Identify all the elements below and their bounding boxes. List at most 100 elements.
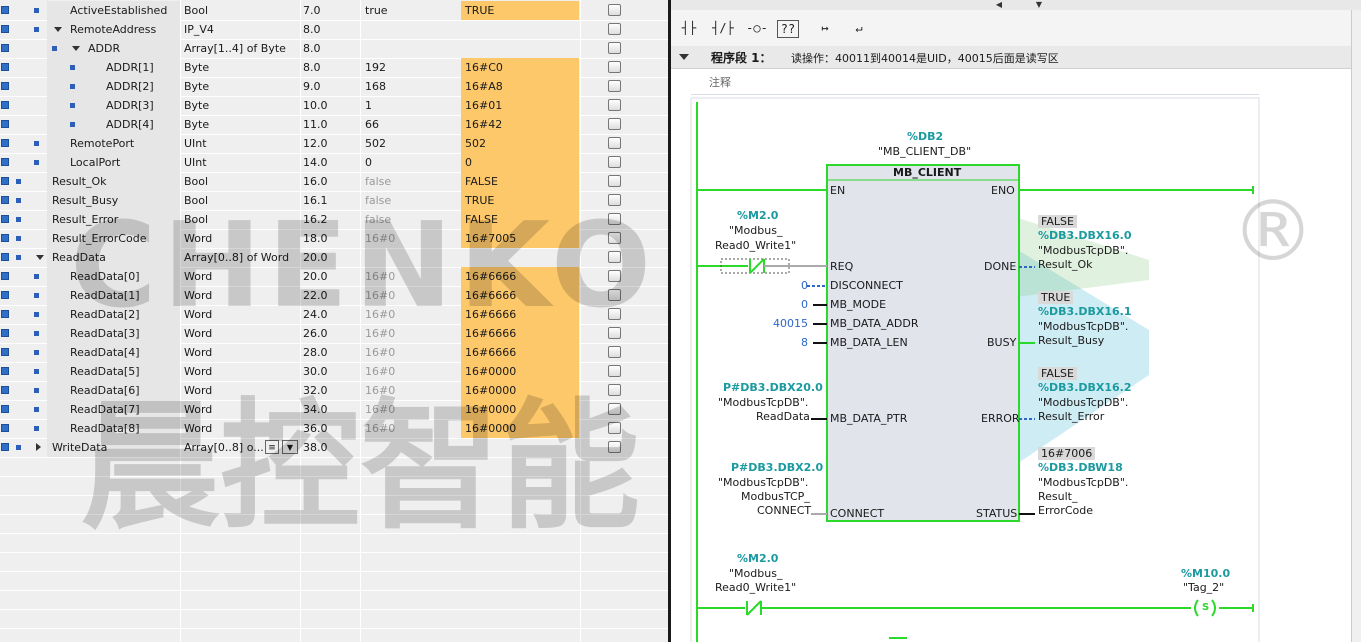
start-value[interactable]: 0 [365,153,459,172]
data-type[interactable]: Byte [184,115,300,134]
table-row[interactable]: LocalPort UInt 14.0 0 0 [0,153,668,173]
data-type[interactable]: Byte [184,58,300,77]
table-row[interactable]: WriteData Array[0..8] o... ≡ ▼ 38.0 [0,438,668,458]
collapse-arrow-icon[interactable] [72,46,80,51]
start-value[interactable]: 16#0 [365,343,459,362]
variable-name[interactable]: ReadData[7] [70,400,178,419]
retain-checkbox[interactable] [608,4,621,16]
variable-name[interactable]: ReadData [52,248,178,267]
req-operand-address[interactable]: %M2.0 [737,209,778,223]
retain-checkbox[interactable] [608,327,621,339]
data-type[interactable]: Array[1..4] of Byte [184,39,300,58]
data-type[interactable]: Word [184,324,300,343]
data-type[interactable]: UInt [184,153,300,172]
variable-name[interactable]: ReadData[8] [70,419,178,438]
start-value[interactable]: 16#0 [365,267,459,286]
variable-name[interactable]: ADDR [88,39,178,58]
start-value[interactable]: 16#0 [365,286,459,305]
variable-name[interactable]: ReadData[3] [70,324,178,343]
start-value[interactable]: false [365,191,459,210]
data-type[interactable]: Byte [184,77,300,96]
table-row[interactable]: ReadData[6] Word 32.0 16#0 16#0000 [0,381,668,401]
retain-checkbox[interactable] [608,42,621,54]
table-row[interactable]: Result_Error Bool 16.2 false FALSE [0,210,668,230]
data-type[interactable]: Word [184,229,300,248]
table-row[interactable]: ReadData[2] Word 24.0 16#0 16#6666 [0,305,668,325]
data-type[interactable]: Bool [184,210,300,229]
variable-name[interactable]: ADDR[2] [106,77,178,96]
retain-checkbox[interactable] [608,118,621,130]
table-row[interactable]: ReadData[3] Word 26.0 16#0 16#6666 [0,324,668,344]
start-value[interactable]: 16#0 [365,381,459,400]
data-type[interactable]: Array[0..8] of Word [184,248,300,267]
start-value[interactable]: true [365,1,459,20]
data-type[interactable]: Word [184,343,300,362]
table-row[interactable]: Result_ErrorCode Word 18.0 16#0 16#7005 [0,229,668,249]
variable-name[interactable]: Result_ErrorCode [52,229,178,248]
error-operand-address[interactable]: %DB3.DBX16.2 [1038,381,1132,395]
data-type[interactable]: Word [184,305,300,324]
type-dropdown-icon[interactable]: ▼ [282,440,298,454]
table-row[interactable]: ADDR[4] Byte 11.0 66 16#42 [0,115,668,135]
start-value[interactable] [365,248,459,267]
variable-name[interactable]: RemotePort [70,134,178,153]
start-value[interactable]: false [365,210,459,229]
status-operand-address[interactable]: %DB3.DBW18 [1038,461,1123,475]
coil-address[interactable]: %M10.0 [1181,567,1230,581]
retain-checkbox[interactable] [608,156,621,168]
start-value[interactable] [365,438,459,457]
collapse-arrow-icon[interactable] [54,27,62,32]
table-row[interactable]: ADDR Array[1..4] of Byte 8.0 [0,39,668,59]
retain-checkbox[interactable] [608,308,621,320]
retain-checkbox[interactable] [608,23,621,35]
variable-name[interactable]: Result_Ok [52,172,178,191]
retain-checkbox[interactable] [608,213,621,225]
start-value[interactable]: 16#0 [365,324,459,343]
vertical-scrollbar[interactable] [1351,10,1361,642]
start-value[interactable]: 16#0 [365,305,459,324]
start-value[interactable]: false [365,172,459,191]
mb-data-addr-value[interactable]: 40015 [773,317,808,331]
variable-name[interactable]: WriteData [52,438,178,457]
variable-name[interactable]: ReadData[4] [70,343,178,362]
table-row[interactable]: ReadData[5] Word 30.0 16#0 16#0000 [0,362,668,382]
variable-name[interactable]: Result_Busy [52,191,178,210]
start-value[interactable]: 16#0 [365,419,459,438]
data-type[interactable]: UInt [184,134,300,153]
data-type[interactable]: Bool [184,1,300,20]
start-value[interactable]: 192 [365,58,459,77]
type-browse-button[interactable]: ≡ [265,440,279,454]
retain-checkbox[interactable] [608,61,621,73]
start-value[interactable]: 16#0 [365,400,459,419]
data-type[interactable]: Bool [184,191,300,210]
data-type[interactable]: Word [184,362,300,381]
start-value[interactable]: 502 [365,134,459,153]
table-row[interactable]: ReadData[4] Word 28.0 16#0 16#6666 [0,343,668,363]
collapse-arrow-icon[interactable] [36,255,44,260]
start-value[interactable]: 1 [365,96,459,115]
retain-checkbox[interactable] [608,251,621,263]
variable-name[interactable]: ReadData[2] [70,305,178,324]
variable-name[interactable]: ReadData[6] [70,381,178,400]
retain-checkbox[interactable] [608,80,621,92]
retain-checkbox[interactable] [608,441,621,453]
table-row[interactable]: ADDR[1] Byte 8.0 192 16#C0 [0,58,668,78]
data-type[interactable]: Byte [184,96,300,115]
mb-mode-value[interactable]: 0 [801,298,808,312]
table-row[interactable]: ReadData[1] Word 22.0 16#0 16#6666 [0,286,668,306]
start-value[interactable]: 66 [365,115,459,134]
retain-checkbox[interactable] [608,365,621,377]
ptr-operand-address[interactable]: P#DB3.DBX20.0 [723,381,823,395]
data-type[interactable]: Word [184,381,300,400]
connect-operand-address[interactable]: P#DB3.DBX2.0 [731,461,823,475]
done-operand-address[interactable]: %DB3.DBX16.0 [1038,229,1132,243]
table-row[interactable]: ActiveEstablished Bool 7.0 true TRUE [0,1,668,21]
retain-checkbox[interactable] [608,137,621,149]
variable-name[interactable]: RemoteAddress [70,20,178,39]
variable-name[interactable]: Result_Error [52,210,178,229]
retain-checkbox[interactable] [608,346,621,358]
table-row[interactable]: ADDR[3] Byte 10.0 1 16#01 [0,96,668,116]
variable-name[interactable]: ReadData[1] [70,286,178,305]
variable-name[interactable]: ADDR[1] [106,58,178,77]
data-type[interactable]: Word [184,400,300,419]
